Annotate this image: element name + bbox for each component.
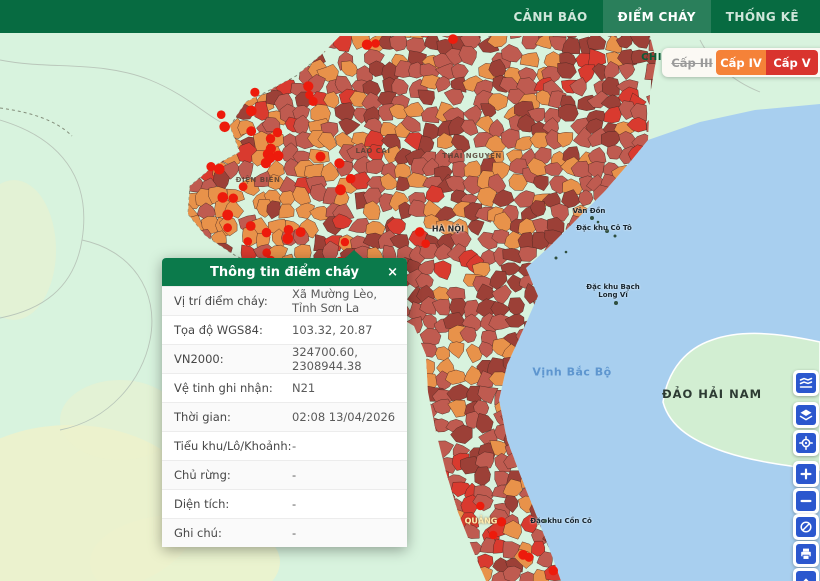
slash-circle-icon [799,520,813,534]
plus-icon [799,467,813,481]
popup-row: Thời gian:02:08 13/04/2026 [162,402,407,431]
row-value: N21 [292,381,397,395]
layers-button[interactable] [793,402,819,428]
map[interactable]: ĐIỆN BIÊNLÀO CAITHÁI NGUYÊNHÀ NỘIVân Đồn… [0,0,820,581]
popup-row: Chủ rừng:- [162,460,407,489]
popup-row: Vị trí điểm cháy:Xã Mường Lèo, Tỉnh Sơn … [162,286,407,315]
row-label: Thời gian: [174,410,292,424]
row-label: Ghi chú: [174,526,292,540]
popup-row: Tọa độ WGS84:103.32, 20.87 [162,315,407,344]
collapse-button[interactable] [793,568,819,581]
popup-header: Thông tin điểm cháy × [162,258,407,286]
row-value: - [292,497,397,511]
popup-row: VN2000:324700.60, 2308944.38 [162,344,407,373]
popup-row: Diện tích:- [162,489,407,518]
row-value: Xã Mường Lèo, Tỉnh Sơn La [292,287,397,315]
popup-row: Vệ tinh ghi nhận:N21 [162,373,407,402]
nav-item-thong-ke[interactable]: THỐNG KÊ [711,0,814,33]
fire-level-legend: Cấp III Cấp IV Cấp V [662,48,820,77]
map-canvas[interactable] [0,0,820,581]
top-navbar: CẢNH BÁO ĐIỂM CHÁY THỐNG KÊ [0,0,820,33]
elevation-lines-icon [799,376,813,390]
clear-selection-button[interactable] [793,514,819,540]
close-icon[interactable]: × [387,258,398,286]
row-label: VN2000: [174,352,292,366]
row-value: - [292,468,397,482]
popup-row: Tiểu khu/Lô/Khoảnh:- [162,431,407,460]
print-button[interactable] [793,541,819,567]
row-label: Vị trí điểm cháy: [174,294,292,308]
nav-item-canh-bao[interactable]: CẢNH BÁO [498,0,602,33]
chevron-up-icon [799,574,813,581]
row-label: Tiểu khu/Lô/Khoảnh: [174,439,292,453]
legend-level-3-button[interactable]: Cấp III [668,50,716,75]
fire-point-info-popup: Thông tin điểm cháy × Vị trí điểm cháy:X… [162,258,407,547]
row-label: Chủ rừng: [174,468,292,482]
row-value: 324700.60, 2308944.38 [292,345,397,373]
popup-row: Ghi chú:- [162,518,407,547]
layers-icon [799,408,813,422]
app-root: ĐIỆN BIÊNLÀO CAITHÁI NGUYÊNHÀ NỘIVân Đồn… [0,0,820,581]
locate-icon [799,436,813,450]
nav-item-diem-chay[interactable]: ĐIỂM CHÁY [603,0,711,33]
popup-body: Vị trí điểm cháy:Xã Mường Lèo, Tỉnh Sơn … [162,286,407,547]
row-label: Vệ tinh ghi nhận: [174,381,292,395]
popup-title: Thông tin điểm cháy [210,265,359,280]
legend-prefix-label: CHI [620,52,662,63]
legend-level-4-button[interactable]: Cấp IV [716,50,766,75]
minus-icon [799,494,813,508]
zoom-out-button[interactable] [793,488,819,514]
row-value: 103.32, 20.87 [292,323,397,337]
row-label: Diện tích: [174,497,292,511]
row-value: 02:08 13/04/2026 [292,410,397,424]
zoom-in-button[interactable] [793,461,819,487]
row-label: Tọa độ WGS84: [174,323,292,337]
row-value: - [292,526,397,540]
legend-level-5-button[interactable]: Cấp V [766,50,818,75]
elevation-lines-button[interactable] [793,370,819,396]
locate-button[interactable] [793,430,819,456]
printer-icon [799,547,813,561]
row-value: - [292,439,397,453]
